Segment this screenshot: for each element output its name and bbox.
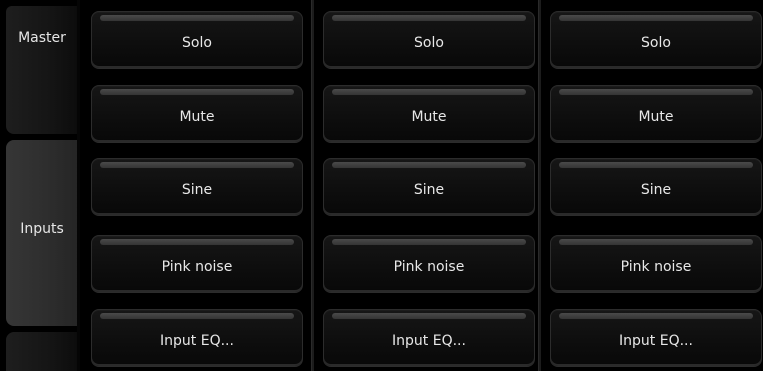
- solo-button-label: Solo: [182, 35, 212, 51]
- input-eq-button-label: Input EQ...: [619, 333, 693, 349]
- sine-button[interactable]: Sine: [323, 158, 535, 216]
- tab-strip-edge: [77, 0, 80, 371]
- solo-button[interactable]: Solo: [323, 11, 535, 69]
- sine-button-label: Sine: [640, 182, 672, 198]
- solo-button-label: Solo: [414, 35, 444, 51]
- solo-indicator: [559, 15, 753, 21]
- sine-indicator: [332, 162, 526, 168]
- mute-indicator: [100, 89, 294, 95]
- mute-button[interactable]: Mute: [550, 85, 762, 143]
- input-eq-button[interactable]: Input EQ...: [323, 309, 535, 367]
- channel-strip-3: Solo Mute Sine Pink noise Input EQ...: [543, 0, 763, 371]
- tab-inputs-label: Inputs: [20, 221, 64, 237]
- mute-button-label: Mute: [411, 109, 447, 125]
- solo-button[interactable]: Solo: [91, 11, 303, 69]
- tab-inputs[interactable]: Inputs: [6, 140, 78, 326]
- sine-button-label: Sine: [413, 182, 445, 198]
- pink-noise-button[interactable]: Pink noise: [91, 235, 303, 293]
- tab-master-label: Master: [18, 30, 66, 46]
- input-eq-button[interactable]: Input EQ...: [550, 309, 762, 367]
- solo-button-label: Solo: [641, 35, 671, 51]
- mute-indicator: [332, 89, 526, 95]
- sine-indicator: [559, 162, 753, 168]
- tab-next[interactable]: [6, 332, 78, 371]
- solo-indicator: [100, 15, 294, 21]
- pink-noise-button[interactable]: Pink noise: [323, 235, 535, 293]
- channel-strip-1: Solo Mute Sine Pink noise Input EQ...: [84, 0, 316, 371]
- pink-noise-button[interactable]: Pink noise: [550, 235, 762, 293]
- mute-button[interactable]: Mute: [91, 85, 303, 143]
- solo-button[interactable]: Solo: [550, 11, 762, 69]
- mute-button[interactable]: Mute: [323, 85, 535, 143]
- sine-button[interactable]: Sine: [91, 158, 303, 216]
- tab-master[interactable]: Master: [6, 6, 78, 134]
- mute-button-label: Mute: [638, 109, 674, 125]
- mute-indicator: [559, 89, 753, 95]
- mixer-input-page: Master Inputs Solo Mute Sine Pink noise …: [0, 0, 763, 371]
- sine-button[interactable]: Sine: [550, 158, 762, 216]
- channel-strip-2: Solo Mute Sine Pink noise Input EQ...: [316, 0, 548, 371]
- channel-divider: [538, 0, 541, 371]
- sine-button-label: Sine: [181, 182, 213, 198]
- mute-button-label: Mute: [179, 109, 215, 125]
- input-eq-indicator: [332, 313, 526, 319]
- input-eq-button[interactable]: Input EQ...: [91, 309, 303, 367]
- input-eq-indicator: [559, 313, 753, 319]
- pink-noise-indicator: [100, 239, 294, 245]
- pink-noise-button-label: Pink noise: [393, 259, 465, 275]
- pink-noise-indicator: [332, 239, 526, 245]
- input-eq-indicator: [100, 313, 294, 319]
- sine-indicator: [100, 162, 294, 168]
- pink-noise-button-label: Pink noise: [161, 259, 233, 275]
- solo-indicator: [332, 15, 526, 21]
- input-eq-button-label: Input EQ...: [160, 333, 234, 349]
- channel-divider: [311, 0, 314, 371]
- input-eq-button-label: Input EQ...: [392, 333, 466, 349]
- pink-noise-indicator: [559, 239, 753, 245]
- pink-noise-button-label: Pink noise: [620, 259, 692, 275]
